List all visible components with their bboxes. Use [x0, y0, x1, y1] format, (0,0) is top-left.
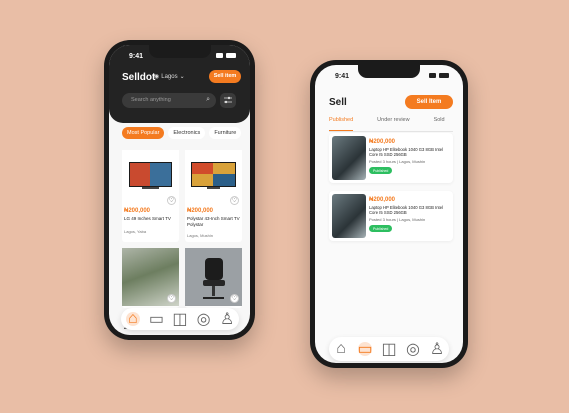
marketplace-phone: 9:41 Selldot ◉ Lagos ⌄ Sell item Search … — [104, 40, 255, 340]
signal-icon — [216, 53, 223, 58]
favorite-icon[interactable]: ♡ — [230, 294, 239, 303]
search-icon: ⌕ — [206, 96, 210, 103]
home-icon[interactable]: ⌂ — [125, 310, 140, 327]
tag-icon[interactable]: ◎ — [406, 341, 420, 358]
product-card[interactable]: ♡ — [185, 248, 242, 308]
tab-bar: ⌂ ▭ ◫ ◎ ♙ — [329, 337, 449, 361]
pin-icon: ◉ — [154, 74, 160, 80]
favorite-icon[interactable]: ♡ — [167, 196, 176, 205]
status-badge: Published — [369, 167, 393, 174]
listing-title: Laptop HP Elitebook 1040 G3 8GB Intel Co… — [369, 205, 443, 215]
chevron-down-icon: ⌄ — [179, 74, 185, 80]
chip-most-popular[interactable]: Most Popular — [122, 127, 165, 139]
status-icons — [216, 53, 236, 58]
favorite-icon[interactable]: ♡ — [230, 196, 239, 205]
favorite-icon[interactable]: ♡ — [167, 294, 176, 303]
chip-electronics[interactable]: Electronics — [168, 127, 206, 139]
battery-icon — [439, 73, 449, 78]
wallet-icon[interactable]: ▭ — [149, 311, 164, 328]
bag-icon[interactable]: ◫ — [172, 311, 187, 328]
listing-item[interactable]: ₦200,000 Laptop HP Elitebook 1040 G3 8GB… — [329, 191, 453, 241]
sell-item-button[interactable]: Sell Item — [405, 95, 453, 109]
listing-meta: Posted 3 hours | Lagos, Mushin — [369, 159, 426, 164]
wallet-icon[interactable]: ▭ — [357, 341, 372, 358]
listing-title: Laptop HP Elitebook 1040 G3 8GB Intel Co… — [369, 147, 443, 157]
listing-meta: Posted 3 hours | Lagos, Mushin — [369, 217, 426, 222]
tabs-divider — [329, 131, 453, 132]
product-title: LG 49 Inches Smart TV — [124, 216, 171, 221]
product-card[interactable]: ♡ — [122, 248, 179, 308]
product-image — [185, 150, 242, 200]
product-card[interactable]: ♡ ₦200,000 LG 49 Inches Smart TV Lagos, … — [122, 150, 179, 242]
tab-bar: ⌂ ▭ ◫ ◎ ♙ — [121, 308, 239, 330]
listing-thumbnail — [332, 136, 366, 180]
status-badge: Published — [369, 225, 393, 232]
location-label: Lagos — [161, 73, 178, 80]
product-price: ₦200,000 — [187, 208, 214, 214]
product-card[interactable]: ♡ ₦200,000 Polystar 43-Inch Smart TV Pol… — [185, 150, 242, 242]
listing-price: ₦200,000 — [369, 197, 396, 203]
status-bar: 9:41 — [315, 71, 463, 83]
sell-screen: 9:41 Sell Sell Item Published Under revi… — [315, 65, 463, 363]
tab-under-review[interactable]: Under review — [377, 117, 409, 131]
signal-icon — [429, 73, 436, 78]
status-time: 9:41 — [335, 73, 350, 80]
tab-sold[interactable]: Sold — [434, 117, 445, 131]
status-time: 9:41 — [129, 53, 144, 60]
search-placeholder: Search anything — [131, 97, 171, 103]
location-selector[interactable]: ◉ Lagos ⌄ — [154, 73, 185, 81]
sell-phone: 9:41 Sell Sell Item Published Under revi… — [310, 60, 468, 368]
category-chips: Most Popular Electronics Furniture — [122, 127, 242, 139]
listing-item[interactable]: ₦200,000 Laptop HP Elitebook 1040 G3 8GB… — [329, 133, 453, 183]
user-icon[interactable]: ♙ — [430, 341, 444, 358]
filter-icon — [224, 96, 232, 104]
sell-item-button[interactable]: Sell item — [209, 70, 241, 83]
listing-thumbnail — [332, 194, 366, 238]
app-logo: Selldot — [122, 72, 156, 83]
search-input[interactable]: Search anything ⌕ — [122, 93, 216, 108]
product-image — [122, 150, 179, 200]
tag-icon[interactable]: ◎ — [197, 311, 211, 328]
product-price: ₦200,000 — [124, 208, 151, 214]
user-icon[interactable]: ♙ — [220, 311, 234, 328]
bag-icon[interactable]: ◫ — [381, 341, 396, 358]
chip-furniture[interactable]: Furniture — [209, 127, 242, 139]
listing-tabs: Published Under review Sold — [329, 117, 463, 131]
marketplace-screen: 9:41 Selldot ◉ Lagos ⌄ Sell item Search … — [109, 45, 250, 335]
filter-button[interactable] — [220, 93, 236, 108]
status-bar: 9:41 — [109, 51, 250, 63]
listing-price: ₦200,000 — [369, 139, 396, 145]
product-title: Polystar 43-Inch Smart TV Polystar — [187, 216, 240, 227]
status-icons — [429, 73, 449, 78]
battery-icon — [226, 53, 236, 58]
page-title: Sell — [329, 97, 347, 108]
product-location: Lagos, Yaba — [124, 229, 147, 234]
home-icon[interactable]: ⌂ — [334, 340, 348, 357]
tab-published[interactable]: Published — [329, 117, 354, 131]
product-location: Lagos, Mushin — [187, 233, 214, 238]
